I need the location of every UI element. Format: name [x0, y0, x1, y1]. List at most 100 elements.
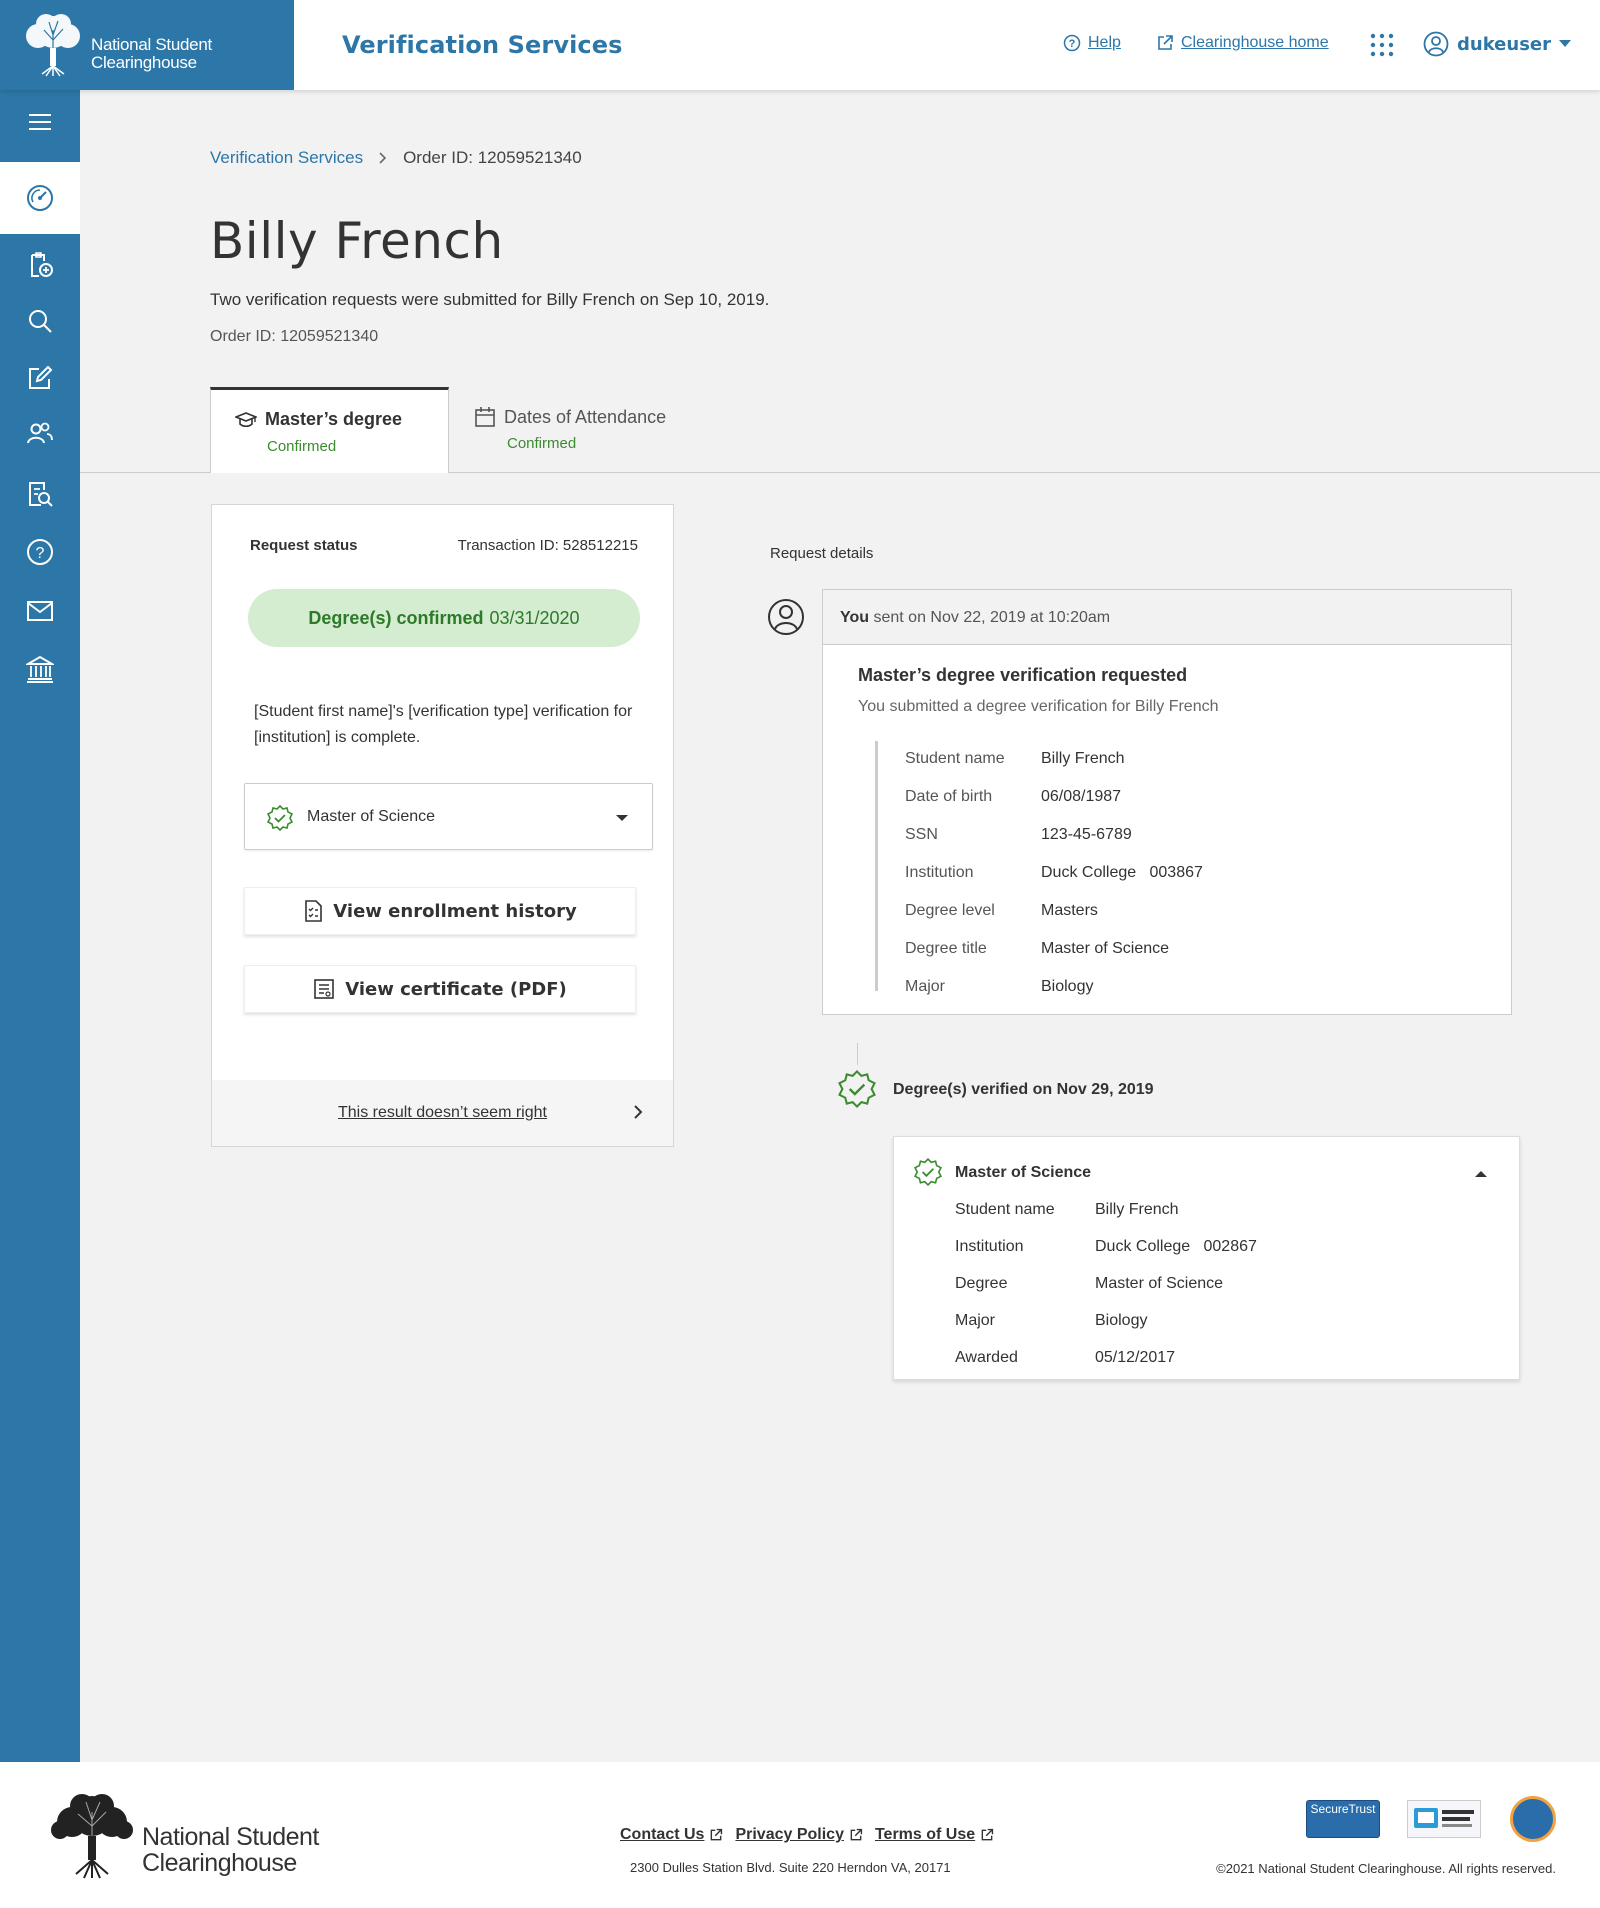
copyright: ©2021 National Student Clearinghouse. Al…	[1216, 1861, 1556, 1876]
chevron-right-icon	[379, 152, 387, 164]
external-link-icon	[850, 1828, 863, 1841]
add-document-icon	[31, 252, 53, 277]
securetrust-badge[interactable]: SecureTrust	[1306, 1800, 1380, 1838]
chevron-right-icon	[634, 1105, 643, 1119]
logo-line-1: National Student	[91, 35, 212, 54]
field-label: Major	[955, 1312, 996, 1329]
footer-links: Contact Us Privacy Policy Terms of Use	[620, 1826, 994, 1844]
field-value: Duck College 002867	[1095, 1238, 1257, 1255]
field-value: Biology	[1095, 1312, 1148, 1329]
sidebar: ?	[0, 90, 80, 1762]
contact-us-link[interactable]: Contact Us	[620, 1826, 723, 1844]
privacy-policy-link[interactable]: Privacy Policy	[735, 1826, 863, 1844]
field-value: 06/08/1987	[1041, 788, 1122, 805]
field-label: Date of birth	[905, 788, 993, 805]
logo-line-2: Clearinghouse	[91, 53, 197, 72]
link-label: Contact Us	[620, 1826, 705, 1843]
view-certificate-button[interactable]: View certificate (PDF)	[244, 965, 636, 1013]
user-menu[interactable]: dukeuser	[1423, 31, 1572, 57]
view-enrollment-history-button[interactable]: View enrollment history	[244, 887, 636, 935]
dashboard-icon	[27, 185, 53, 211]
verified-badge-icon	[914, 1158, 942, 1186]
user-avatar-icon	[768, 599, 804, 635]
timeline-connector	[857, 1043, 858, 1065]
sent-text: sent on Nov 22, 2019 at 10:20am	[873, 609, 1111, 626]
sidebar-item-reports[interactable]	[0, 466, 80, 522]
breadcrumb-current: Order ID: 12059521340	[403, 148, 582, 167]
sidebar-menu-toggle[interactable]	[0, 94, 80, 150]
footer-org-name: National Student Clearinghouse	[142, 1824, 319, 1876]
field-value: Masters	[1041, 902, 1098, 919]
securetrust-label: SecureTrust	[1310, 1802, 1376, 1816]
sidebar-item-messages[interactable]	[0, 583, 80, 639]
apps-grid-icon[interactable]	[1370, 33, 1394, 57]
verified-badge-icon	[838, 1070, 876, 1108]
sidebar-item-institutions[interactable]	[0, 641, 80, 697]
field-label: Awarded	[955, 1349, 1018, 1366]
request-status-card: Request status Transaction ID: 528512215…	[211, 504, 674, 1147]
link-label: Terms of Use	[874, 1826, 976, 1843]
degree-result-card[interactable]: Master of Science Student name Billy Fre…	[893, 1136, 1520, 1380]
tab-label: Dates of Attendance	[504, 406, 667, 427]
sidebar-item-edit[interactable]	[0, 350, 80, 406]
field-value: Biology	[1041, 978, 1094, 995]
field-label: Major	[905, 978, 946, 995]
field-value: 123-45-6789	[1041, 826, 1132, 843]
page-title: Billy French	[210, 212, 504, 270]
field-value: Master of Science	[1041, 940, 1170, 957]
sidebar-item-users[interactable]	[0, 406, 80, 462]
tab-masters-degree[interactable]: Master’s degree Confirmed	[210, 387, 449, 473]
verified-text: Degree(s) verified on Nov 29, 2019	[893, 1081, 1154, 1098]
external-link-icon	[711, 1828, 723, 1841]
username: dukeuser	[1457, 33, 1552, 55]
student-data-principles-badge[interactable]	[1510, 1796, 1556, 1842]
footer-org-line-1: National Student	[142, 1823, 319, 1851]
result-not-right-link[interactable]: This result doesn’t seem right	[212, 1080, 673, 1146]
request-detail-header: You sent on Nov 22, 2019 at 10:20am	[823, 590, 1511, 645]
degree-title: Master of Science	[955, 1164, 1092, 1181]
sidebar-item-dashboard[interactable]	[0, 162, 80, 234]
status-badge: Degree(s) confirmed 03/31/2020	[248, 589, 640, 647]
result-not-right-label: This result doesn’t seem right	[338, 1104, 547, 1121]
external-link-icon	[981, 1828, 994, 1841]
request-status-label: Request status	[250, 537, 358, 554]
field-label: Degree level	[905, 902, 995, 919]
request-title: Master’s degree verification requested	[858, 665, 1188, 685]
field-value: 05/12/2017	[1095, 1349, 1176, 1366]
request-subtitle: You submitted a degree verification for …	[858, 698, 1219, 715]
tab-dates-of-attendance[interactable]: Dates of Attendance Confirmed	[470, 387, 690, 473]
request-detail-card: You sent on Nov 22, 2019 at 10:20am Mast…	[822, 589, 1512, 1015]
help-link[interactable]: ? Help	[1063, 34, 1121, 52]
app-title[interactable]: Verification Services	[342, 31, 622, 59]
logo[interactable]: National Student Clearinghouse	[0, 0, 294, 90]
degree-select[interactable]: Master of Science	[244, 783, 653, 850]
tab-title: Master’s degree	[235, 409, 402, 430]
home-label: Clearinghouse home	[1181, 34, 1329, 51]
sent-info: You sent on Nov 22, 2019 at 10:20am	[840, 609, 1110, 627]
caret-up-icon[interactable]	[1475, 1171, 1487, 1177]
graduation-cap-icon	[235, 411, 257, 427]
field-label: Institution	[905, 864, 974, 881]
document-search-icon	[29, 482, 53, 507]
breadcrumb-root-link[interactable]: Verification Services	[210, 148, 363, 168]
footer-address: 2300 Dulles Station Blvd. Suite 220 Hern…	[630, 1860, 951, 1875]
student-privacy-pledge-badge[interactable]	[1407, 1800, 1481, 1838]
sidebar-item-search[interactable]	[0, 293, 80, 349]
sidebar-item-help[interactable]: ?	[0, 524, 80, 580]
request-details-label: Request details	[770, 545, 874, 562]
transaction-id: Transaction ID: 528512215	[457, 537, 638, 554]
field-value: Billy French	[1041, 750, 1125, 767]
sidebar-item-new-request[interactable]	[0, 237, 80, 293]
privacy-pledge-icon	[1414, 1808, 1474, 1828]
tree-logo-icon	[26, 14, 80, 77]
field-label: Student name	[905, 750, 1005, 767]
edit-icon	[29, 365, 53, 389]
field-label: Student name	[955, 1201, 1055, 1218]
detail-divider	[875, 741, 878, 991]
breadcrumb: Verification Services Order ID: 12059521…	[210, 148, 582, 168]
clearinghouse-home-link[interactable]: Clearinghouse home	[1156, 34, 1329, 52]
status-badge-date: 03/31/2020	[489, 607, 580, 628]
terms-of-use-link[interactable]: Terms of Use	[875, 1826, 994, 1844]
tab-status: Confirmed	[507, 435, 577, 452]
help-label: Help	[1088, 34, 1121, 51]
